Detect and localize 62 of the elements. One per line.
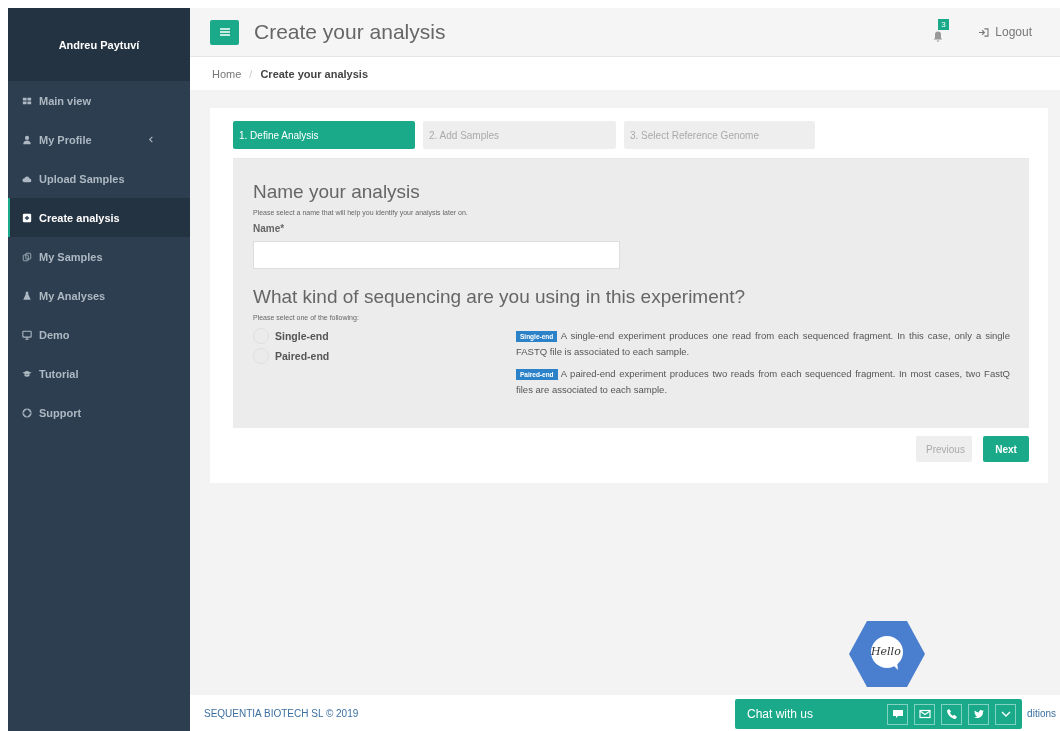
grid-icon (22, 95, 32, 106)
sidebar-item-label: My Samples (39, 250, 103, 263)
next-button[interactable]: Next (983, 436, 1029, 462)
phone-icon (945, 708, 958, 720)
menu-button[interactable] (210, 19, 239, 45)
chat-button[interactable] (887, 703, 908, 725)
hexagon-icon (848, 620, 926, 688)
sidebar-item[interactable]: Main view (8, 81, 190, 120)
sidebar-item[interactable]: Tutorial (8, 354, 190, 393)
notifications-button[interactable]: 3 (932, 22, 949, 42)
chat-bar[interactable]: Chat with us (735, 699, 1022, 729)
radio-label: Single-end (275, 330, 329, 342)
sidebar-item-label: My Analyses (39, 289, 106, 302)
flask-icon (22, 290, 32, 301)
notification-count: 3 (938, 19, 949, 30)
sidebar-item[interactable]: My Profile (8, 120, 190, 159)
phone-button[interactable] (941, 703, 962, 725)
bell-icon (932, 30, 945, 42)
name-input-field[interactable] (253, 241, 620, 269)
sidebar-item-label: Create analysis (39, 211, 120, 224)
copy-icon (22, 251, 32, 262)
chat-label: Chat with us (747, 707, 814, 721)
breadcrumb-separator: / (249, 67, 253, 80)
menu-icon (219, 28, 230, 36)
wizard-step-tab[interactable]: 1. Define Analysis (233, 121, 415, 149)
bird-icon (972, 708, 985, 720)
sidebar-item-label: Support (39, 406, 82, 419)
breadcrumb-link[interactable]: Create your analysis (260, 67, 369, 80)
hello-text: Hello (871, 645, 901, 658)
monitor-icon (22, 329, 32, 340)
sidebar-item[interactable]: Create analysis (8, 198, 190, 237)
chat-icon (891, 708, 904, 720)
page-title: Create your analysis (254, 20, 446, 44)
section-heading: What kind of sequencing are you using in this experiment? (253, 286, 747, 308)
section-heading: Name your analysis (253, 181, 421, 203)
logout-link[interactable]: Logout (978, 25, 1032, 39)
plus-icon (22, 212, 32, 223)
radio-label: Paired-end (275, 350, 330, 362)
footer-link[interactable]: ditions (1027, 707, 1056, 719)
sidebar-item-label: Demo (39, 328, 70, 341)
hello-chat-badge[interactable]: Hello (848, 620, 926, 688)
collapse-button[interactable] (995, 703, 1016, 725)
bird-button[interactable] (968, 703, 989, 725)
sidebar-item-label: My Profile (39, 133, 92, 146)
copyright-text: SEQUENTIA BIOTECH SL © 2019 (204, 707, 359, 719)
sidebar-item[interactable]: My Analyses (8, 276, 190, 315)
breadcrumb-link[interactable]: Home (212, 67, 242, 80)
sidebar-item-label: Upload Samples (39, 172, 125, 185)
sidebar-item[interactable]: My Samples (8, 237, 190, 276)
sidebar-item[interactable]: Upload Samples (8, 159, 190, 198)
sidebar-item[interactable]: Support (8, 393, 190, 432)
sidebar-item-label: Tutorial (39, 367, 79, 380)
field-label: Name* (253, 223, 286, 234)
email-button[interactable] (914, 703, 935, 725)
graduation-cap-icon (22, 368, 32, 379)
mail-icon (918, 708, 931, 720)
logout-icon (978, 27, 990, 37)
lifebuoy-icon (22, 407, 32, 418)
user-icon (22, 134, 32, 145)
user-name: Andreu Paytuví (8, 8, 190, 81)
sidebar-item-label: Main view (39, 94, 91, 107)
sidebar-item[interactable]: Demo (8, 315, 190, 354)
